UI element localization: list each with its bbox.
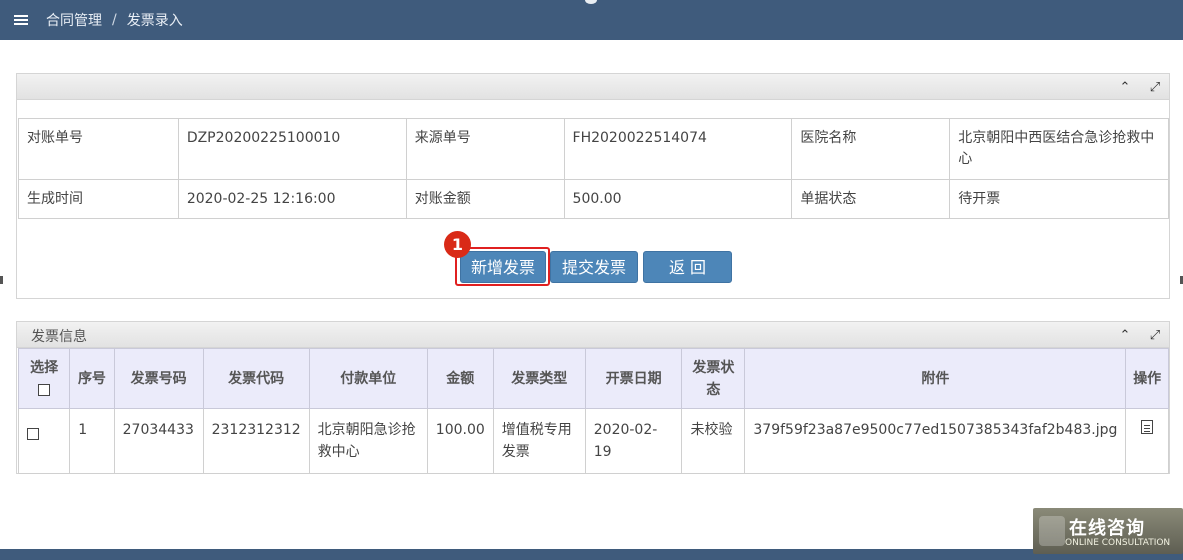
cell-date: 2020-02-19 [584, 408, 683, 474]
summary-panel: ⌃ ⤢ 对账单号 DZP20200225100010 来源单号 FH202002… [16, 73, 1170, 299]
summary-row: 生成时间 2020-02-25 12:16:00 对账金额 500.00 单据状… [18, 179, 1169, 219]
cell-number: 27034433 [113, 408, 204, 474]
step-badge: 1 [444, 231, 471, 258]
table-row: 1 27034433 2312312312 北京朝阳急诊抢救中心 100.00 … [17, 408, 1169, 474]
menu-icon[interactable] [14, 14, 30, 26]
chevron-up-icon[interactable]: ⌃ [1115, 325, 1135, 345]
invoice-table-header: 选择 序号 发票号码 发票代码 付款单位 金额 发票类型 开票日期 发票状态 附… [17, 348, 1169, 409]
select-all-checkbox[interactable] [38, 383, 51, 396]
cell-attachment[interactable]: 379f59f23a87e9500c77ed1507385343faf2b483… [744, 408, 1127, 474]
breadcrumb-separator: / [112, 12, 117, 28]
cell-code: 2312312312 [202, 408, 310, 474]
cell-op [1125, 408, 1169, 474]
invoice-panel-header: 发票信息 ⌃ ⤢ [17, 322, 1169, 348]
col-attachment: 附件 [744, 348, 1127, 409]
summary-panel-header: ⌃ ⤢ [17, 74, 1169, 100]
cell-status: 未校验 [681, 408, 746, 474]
chat-icon [1039, 516, 1065, 546]
cell-seq: 1 [69, 408, 115, 474]
field-label: 对账金额 [405, 179, 565, 219]
col-select: 选择 [17, 348, 71, 409]
field-label: 单据状态 [791, 179, 951, 219]
row-checkbox[interactable] [27, 428, 39, 440]
summary-table: 对账单号 DZP20200225100010 来源单号 FH2020022514… [18, 118, 1169, 219]
field-value: 2020-02-25 12:16:00 [177, 179, 407, 219]
field-label: 医院名称 [791, 118, 951, 180]
field-value: 北京朝阳中西医结合急诊抢救中心 [949, 118, 1169, 180]
col-code: 发票代码 [202, 348, 310, 409]
col-type: 发票类型 [492, 348, 586, 409]
col-amount: 金额 [426, 348, 494, 409]
col-status: 发票状态 [681, 348, 746, 409]
cell-payer: 北京朝阳急诊抢救中心 [308, 408, 428, 474]
left-edge-mark [0, 276, 3, 284]
consult-sub-label: ONLINE CONSULTATION [1065, 538, 1171, 548]
summary-row: 对账单号 DZP20200225100010 来源单号 FH2020022514… [18, 118, 1169, 180]
step-highlight-box [455, 247, 550, 286]
field-value: FH2020022514074 [563, 118, 793, 180]
field-value: DZP20200225100010 [177, 118, 407, 180]
expand-icon[interactable]: ⤢ [1145, 77, 1165, 97]
invoice-panel-title: 发票信息 [31, 329, 87, 345]
bottom-bar [0, 549, 1183, 560]
col-op: 操作 [1125, 348, 1169, 409]
submit-invoice-button[interactable]: 提交发票 [550, 251, 638, 283]
cell-amount: 100.00 [426, 408, 494, 474]
col-select-label: 选择 [30, 359, 59, 376]
breadcrumb-current: 发票录入 [126, 13, 183, 29]
online-consultation-button[interactable]: 在线咨询 ONLINE CONSULTATION [1033, 508, 1183, 554]
row-select-cell [17, 408, 71, 474]
col-payer: 付款单位 [308, 348, 428, 409]
col-seq: 序号 [69, 348, 115, 409]
field-value: 待开票 [949, 179, 1169, 219]
consult-main-label: 在线咨询 [1069, 518, 1145, 539]
file-text-icon[interactable] [1141, 420, 1154, 434]
cell-type: 增值税专用发票 [492, 408, 586, 474]
col-number: 发票号码 [113, 348, 204, 409]
expand-icon[interactable]: ⤢ [1145, 325, 1165, 345]
breadcrumb-parent[interactable]: 合同管理 [46, 10, 102, 30]
back-button[interactable]: 返 回 [643, 251, 732, 283]
top-navbar: 合同管理 / 发票录入 [0, 0, 1183, 40]
invoice-table: 选择 序号 发票号码 发票代码 付款单位 金额 发票类型 开票日期 发票状态 附… [17, 348, 1169, 474]
field-label: 来源单号 [405, 118, 565, 180]
field-value: 500.00 [563, 179, 793, 219]
invoice-panel: 发票信息 ⌃ ⤢ 选择 序号 发票号码 发票代码 付款单位 金额 发票类型 开票… [16, 321, 1170, 474]
field-label: 对账单号 [18, 118, 179, 180]
col-date: 开票日期 [584, 348, 683, 409]
chevron-up-icon[interactable]: ⌃ [1115, 77, 1135, 97]
field-label: 生成时间 [18, 179, 179, 219]
